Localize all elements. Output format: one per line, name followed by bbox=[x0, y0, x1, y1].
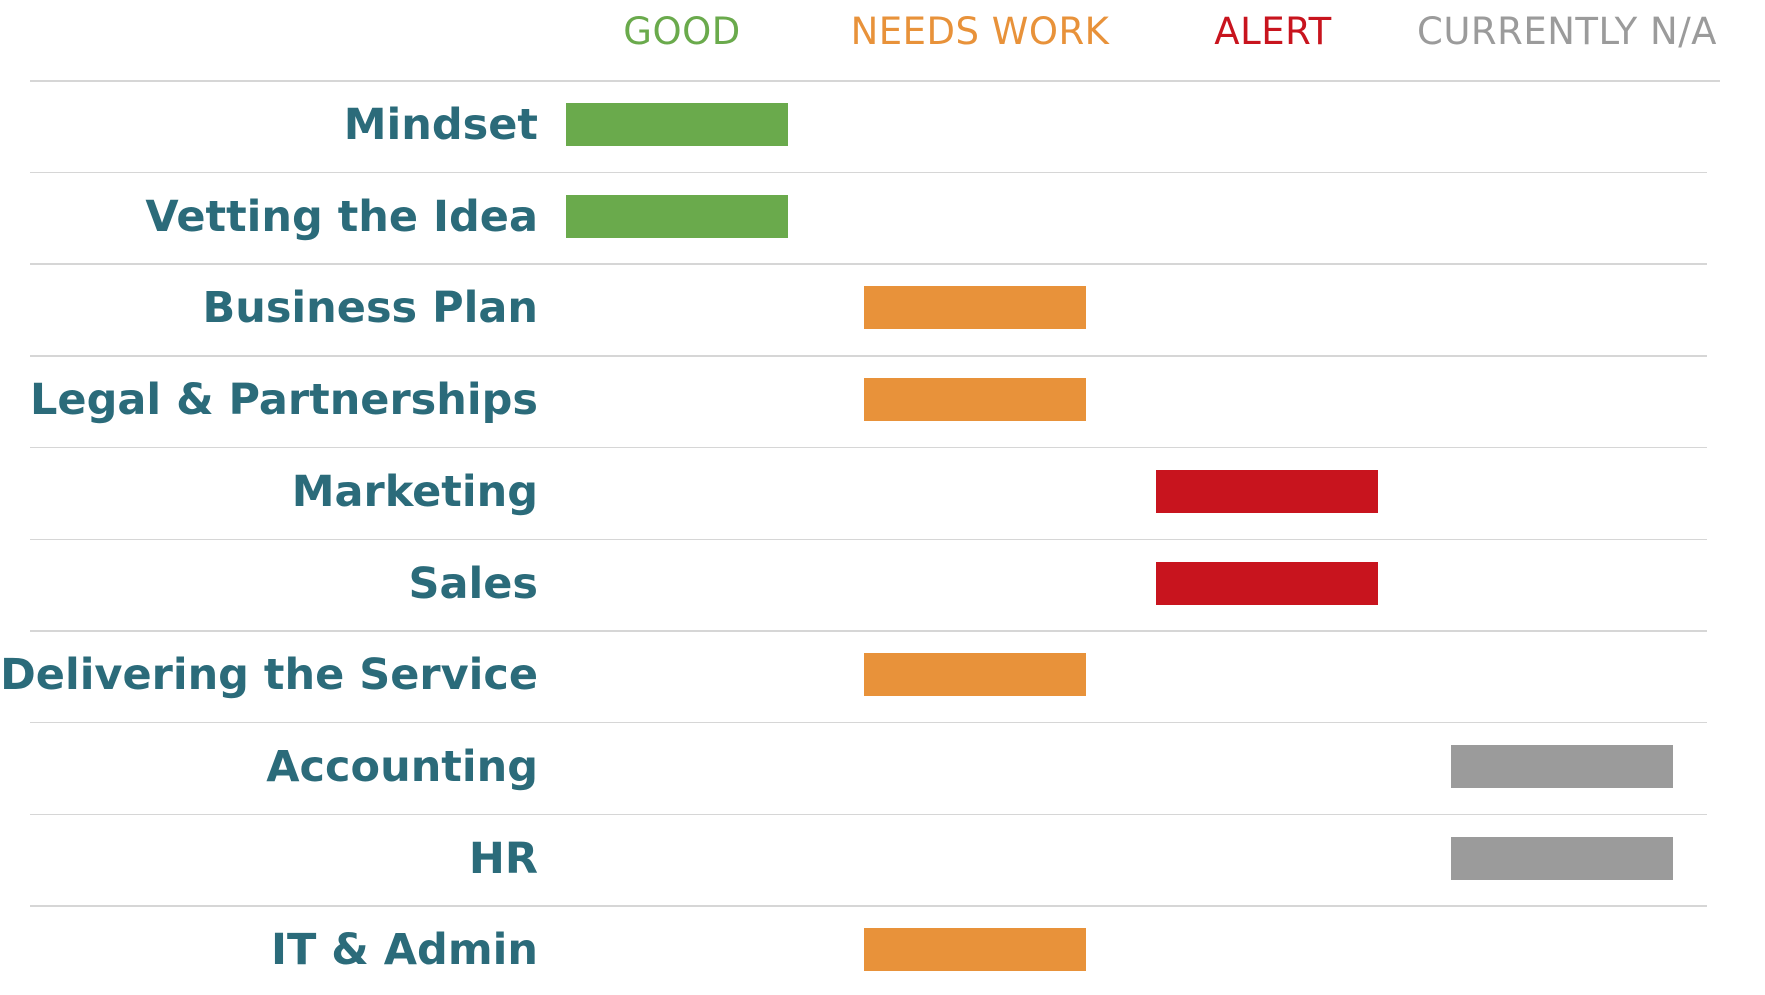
column-header-na: CURRENTLY N/A bbox=[1416, 10, 1717, 53]
row-label: Mindset bbox=[343, 100, 538, 150]
row-label: Legal & Partnerships bbox=[30, 375, 538, 426]
row-divider bbox=[30, 446, 1707, 449]
status-chart: GOOD NEEDS WORK ALERT CURRENTLY N/A Mindset V… bbox=[0, 0, 1765, 975]
status-bar-needs-work bbox=[864, 378, 1086, 422]
row-label: Vetting the Idea bbox=[145, 191, 538, 242]
row-divider bbox=[30, 813, 1707, 816]
status-bar-good bbox=[566, 103, 788, 146]
column-header-good: GOOD bbox=[623, 10, 741, 53]
status-bar-needs-work bbox=[864, 653, 1086, 697]
row-label: Delivering the Service bbox=[0, 650, 538, 701]
status-bar-alert bbox=[1156, 469, 1378, 513]
status-bar-alert bbox=[1156, 561, 1378, 605]
row-label: Marketing bbox=[291, 466, 538, 517]
status-bar-needs-work bbox=[864, 286, 1086, 330]
row-label: HR bbox=[468, 833, 538, 884]
column-header-needs-work: NEEDS WORK bbox=[850, 10, 1110, 53]
row-label: Business Plan bbox=[202, 283, 538, 334]
row-label: IT & Admin bbox=[271, 925, 538, 976]
status-bar-na bbox=[1451, 836, 1673, 880]
header-divider bbox=[30, 80, 1720, 82]
status-bar-needs-work bbox=[864, 928, 1086, 972]
status-bar-good bbox=[566, 194, 788, 238]
row-label: Accounting bbox=[266, 741, 538, 792]
row-label: Sales bbox=[408, 558, 538, 609]
status-bar-na bbox=[1451, 744, 1673, 788]
column-header-alert: ALERT bbox=[1214, 10, 1332, 53]
row-divider bbox=[30, 538, 1707, 540]
